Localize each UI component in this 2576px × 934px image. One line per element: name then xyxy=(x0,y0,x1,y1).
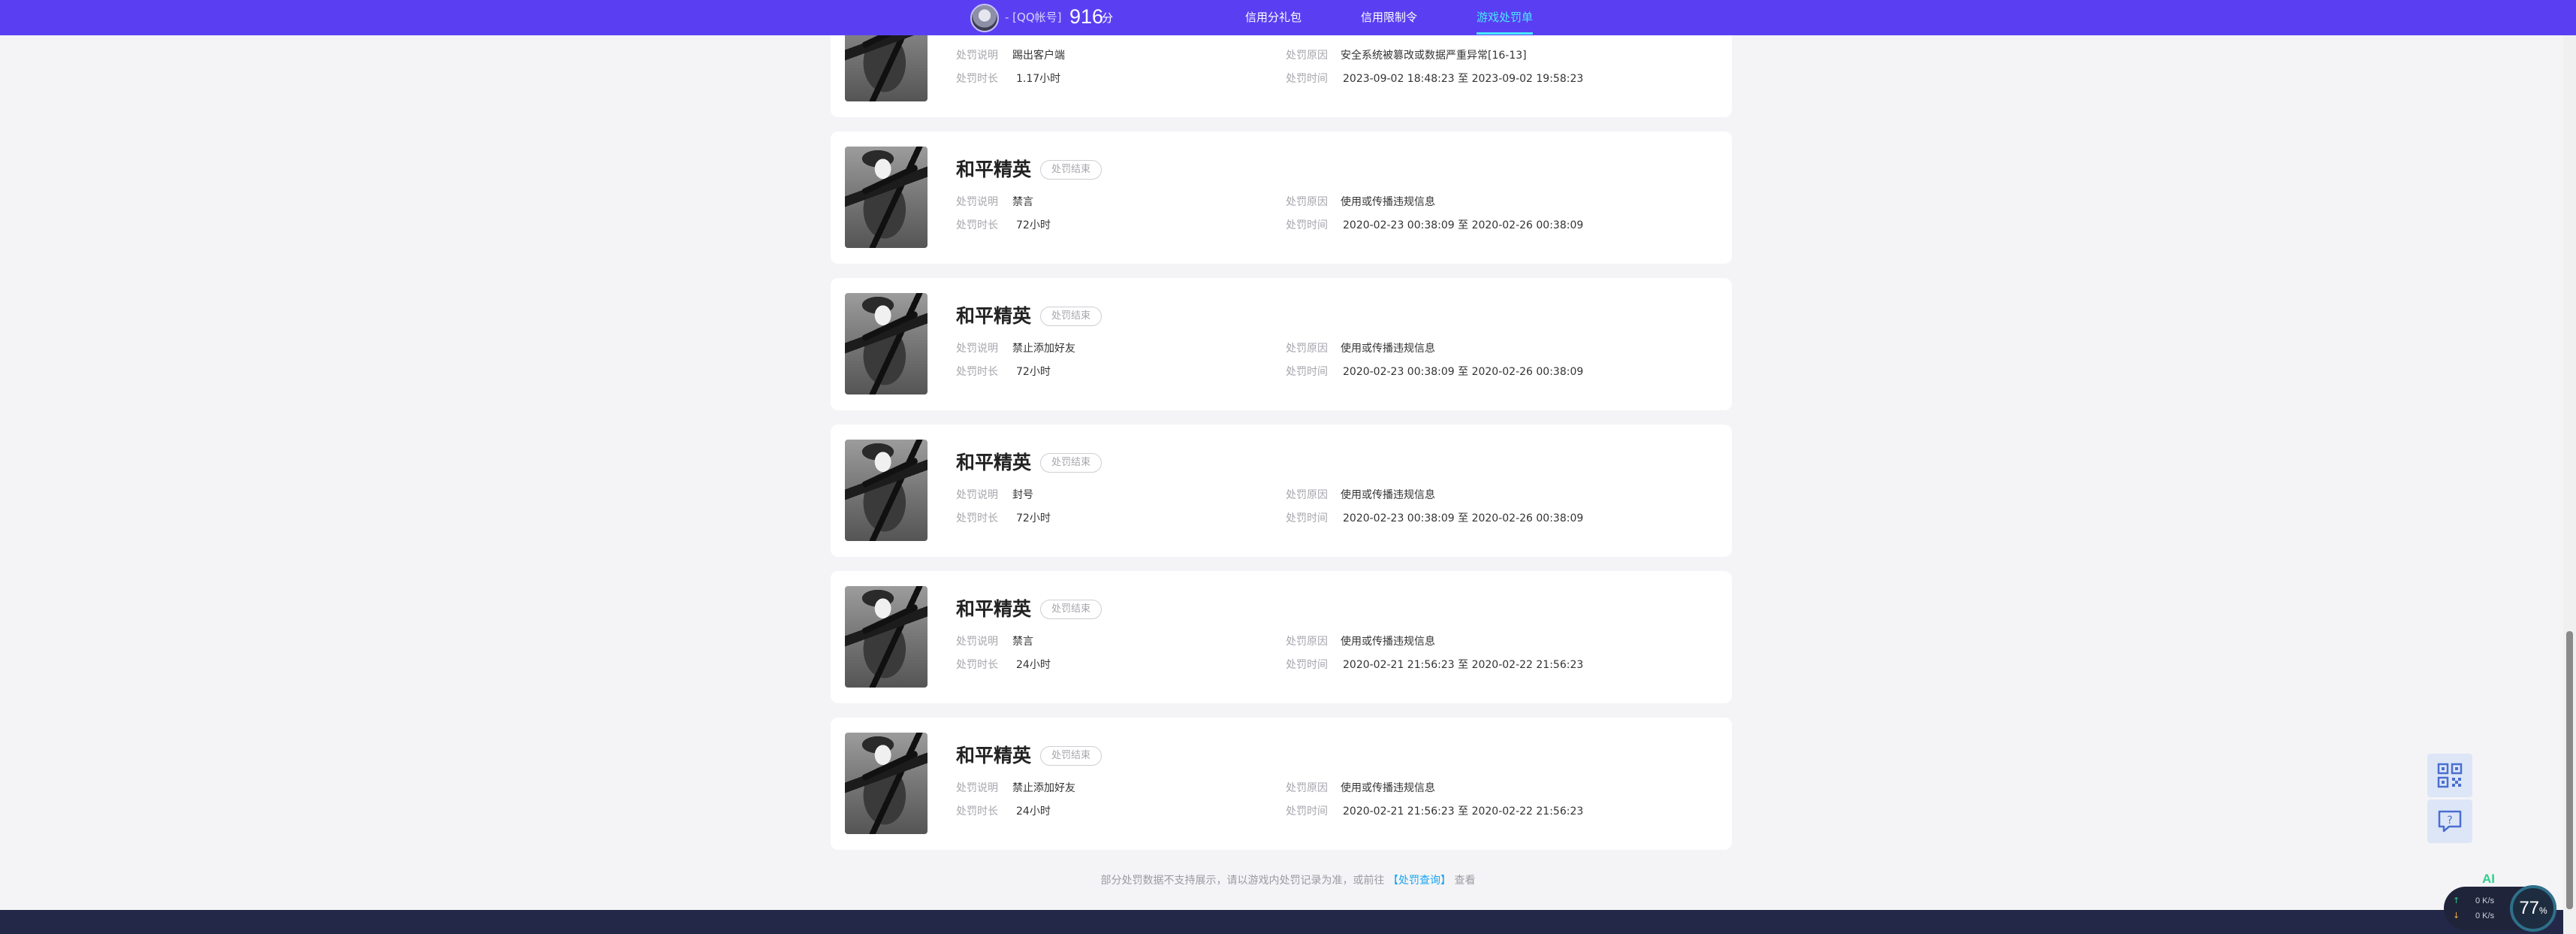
time-label: 处罚时间 xyxy=(1286,366,1328,378)
feedback-button[interactable]: ? xyxy=(2427,799,2472,843)
status-badge: 处罚结束 xyxy=(1040,160,1102,180)
game-name: 和平精英 xyxy=(956,159,1032,180)
time-value: 2020-02-23 00:38:09 至 2020-02-26 00:38:0… xyxy=(1343,219,1584,231)
avatar[interactable] xyxy=(970,4,999,32)
network-speed-widget[interactable]: ↑ 0 K/s ↓ 0 K/s 77% xyxy=(2444,885,2556,932)
upload-speed: 0 K/s xyxy=(2475,896,2495,905)
time-label: 处罚时间 xyxy=(1286,659,1328,671)
penalty-card: 和平精英 处罚结束 处罚说明 禁止添加好友 处罚时长 72小时 处罚原因 使用或… xyxy=(831,278,1732,410)
desc-label: 处罚说明 xyxy=(956,489,998,501)
desc-label: 处罚说明 xyxy=(956,343,998,355)
time-value: 2020-02-23 00:38:09 至 2020-02-26 00:38:0… xyxy=(1343,366,1584,378)
nav-credit-restriction[interactable]: 信用限制令 xyxy=(1361,9,1417,26)
credit-score: 916 xyxy=(1069,5,1104,28)
reason-value: 使用或传播违规信息 xyxy=(1341,196,1435,208)
penalty-card: 和平精英 处罚结束 处罚说明 禁言 处罚时长 72小时 处罚原因 使用或传播违规… xyxy=(831,131,1732,264)
game-name: 和平精英 xyxy=(956,452,1032,473)
duration-label: 处罚时长 xyxy=(956,366,998,378)
game-name: 和平精英 xyxy=(956,745,1032,766)
reason-value: 使用或传播违规信息 xyxy=(1341,489,1435,501)
nav-game-penalty[interactable]: 游戏处罚单 xyxy=(1477,9,1534,35)
app-root: - [QQ帐号] 916 分 信用分礼包 信用限制令 游戏处罚单 处罚说明 踢出… xyxy=(0,0,2576,934)
penalty-card: 和平精英 处罚结束 处罚说明 禁止添加好友 处罚时长 24小时 处罚原因 使用或… xyxy=(831,718,1732,850)
reason-label: 处罚原因 xyxy=(1286,636,1328,648)
duration-label: 处罚时长 xyxy=(956,806,998,818)
download-speed: 0 K/s xyxy=(2475,911,2495,920)
duration-value: 72小时 xyxy=(1016,219,1051,231)
time-label: 处罚时间 xyxy=(1286,73,1328,85)
duration-label: 处罚时长 xyxy=(956,659,998,671)
duration-label: 处罚时长 xyxy=(956,219,998,231)
penalty-card: 和平精英 处罚结束 处罚说明 禁言 处罚时长 24小时 处罚原因 使用或传播违规… xyxy=(831,571,1732,703)
status-badge: 处罚结束 xyxy=(1040,746,1102,766)
reason-value: 使用或传播违规信息 xyxy=(1341,636,1435,648)
desc-value: 禁止添加好友 xyxy=(1012,343,1075,355)
game-thumbnail xyxy=(845,733,928,834)
desc-value: 踢出客户端 xyxy=(1012,50,1065,62)
penalty-card: 和平精英 处罚结束 处罚说明 封号 处罚时长 72小时 处罚原因 使用或传播违规… xyxy=(831,425,1732,557)
footer-note: 部分处罚数据不支持展示，请以游戏内处罚记录为准，或前往 【处罚查询】 查看 xyxy=(0,873,2576,888)
feedback-icon: ? xyxy=(2438,810,2462,833)
reason-label: 处罚原因 xyxy=(1286,196,1328,208)
usage-percent: 77 xyxy=(2519,898,2540,918)
desc-value: 封号 xyxy=(1012,489,1033,501)
game-thumbnail xyxy=(845,440,928,541)
duration-value: 72小时 xyxy=(1016,512,1051,524)
desc-value: 禁止添加好友 xyxy=(1012,782,1075,794)
desc-label: 处罚说明 xyxy=(956,50,998,62)
credit-score-unit: 分 xyxy=(1102,11,1114,25)
duration-label: 处罚时长 xyxy=(956,512,998,524)
duration-value: 1.17小时 xyxy=(1016,73,1061,85)
duration-value: 72小时 xyxy=(1016,366,1051,378)
ai-label[interactable]: AI xyxy=(2482,872,2495,887)
duration-value: 24小时 xyxy=(1016,659,1051,671)
time-value: 2020-02-21 21:56:23 至 2020-02-22 21:56:2… xyxy=(1343,659,1584,671)
reason-label: 处罚原因 xyxy=(1286,782,1328,794)
qr-code-button[interactable] xyxy=(2427,754,2472,797)
time-label: 处罚时间 xyxy=(1286,512,1328,524)
reason-value: 使用或传播违规信息 xyxy=(1341,782,1435,794)
time-value: 2020-02-23 00:38:09 至 2020-02-26 00:38:0… xyxy=(1343,512,1584,524)
desc-label: 处罚说明 xyxy=(956,636,998,648)
scrollbar-thumb[interactable] xyxy=(2566,631,2573,909)
reason-value: 安全系统被篡改或数据严重异常[16-13] xyxy=(1341,50,1527,62)
desc-value: 禁言 xyxy=(1012,636,1033,648)
account-label: - [QQ帐号] xyxy=(1005,11,1062,24)
duration-label: 处罚时长 xyxy=(956,73,998,85)
desc-value: 禁言 xyxy=(1012,196,1033,208)
time-label: 处罚时间 xyxy=(1286,806,1328,818)
qr-code-icon xyxy=(2437,763,2463,788)
game-thumbnail xyxy=(845,586,928,688)
time-label: 处罚时间 xyxy=(1286,219,1328,231)
game-name: 和平精英 xyxy=(956,598,1032,620)
reason-label: 处罚原因 xyxy=(1286,343,1328,355)
status-badge: 处罚结束 xyxy=(1040,600,1102,619)
duration-value: 24小时 xyxy=(1016,806,1051,818)
top-bar: - [QQ帐号] 916 分 信用分礼包 信用限制令 游戏处罚单 xyxy=(0,0,2576,35)
download-arrow-icon: ↓ xyxy=(2453,911,2460,920)
desc-label: 处罚说明 xyxy=(956,196,998,208)
time-value: 2020-02-21 21:56:23 至 2020-02-22 21:56:2… xyxy=(1343,806,1584,818)
reason-label: 处罚原因 xyxy=(1286,489,1328,501)
bottom-bar xyxy=(0,910,2576,934)
usage-percent-ring: 77% xyxy=(2510,885,2556,932)
time-value: 2023-09-02 18:48:23 至 2023-09-02 19:58:2… xyxy=(1343,73,1584,85)
penalty-query-link[interactable]: 【处罚查询】 xyxy=(1388,875,1451,887)
reason-label: 处罚原因 xyxy=(1286,50,1328,62)
game-name: 和平精英 xyxy=(956,305,1032,327)
status-badge: 处罚结束 xyxy=(1040,307,1102,326)
game-thumbnail xyxy=(845,293,928,394)
svg-text:?: ? xyxy=(2447,815,2452,827)
footer-note-prefix: 部分处罚数据不支持展示，请以游戏内处罚记录为准，或前往 xyxy=(1100,875,1385,887)
nav-credit-gift[interactable]: 信用分礼包 xyxy=(1245,9,1302,26)
footer-note-suffix: 查看 xyxy=(1454,875,1476,887)
usage-percent-unit: % xyxy=(2539,905,2547,916)
game-thumbnail xyxy=(845,147,928,248)
upload-arrow-icon: ↑ xyxy=(2453,896,2460,905)
reason-value: 使用或传播违规信息 xyxy=(1341,343,1435,355)
status-badge: 处罚结束 xyxy=(1040,453,1102,473)
desc-label: 处罚说明 xyxy=(956,782,998,794)
